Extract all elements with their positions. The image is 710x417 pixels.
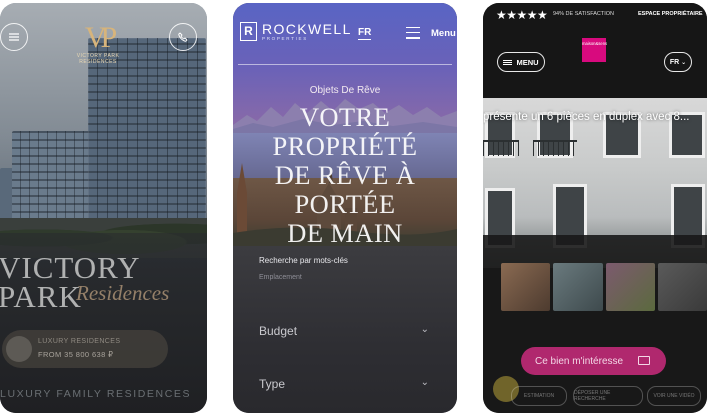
building-image [88, 38, 206, 243]
language-switch[interactable]: FR ⌄ [664, 52, 692, 72]
hamburger-icon [503, 59, 513, 65]
hamburger-icon[interactable] [0, 23, 28, 51]
hero-line-2: DE RÊVE À PORTÉE [274, 160, 416, 219]
phone-icon[interactable] [169, 23, 197, 51]
chevron-down-icon: ⌄ [420, 377, 429, 388]
rating-stars: ★★★★★ [496, 8, 548, 22]
hero-title: VOTRE PROPRIÉTÉ DE RÊVE À PORTÉE DE MAIN [233, 103, 457, 248]
hero-line-3: DE MAIN [287, 218, 403, 248]
satisfaction-text: 94% DE SATISFACTION [553, 11, 615, 17]
language-switch[interactable]: FR [358, 27, 372, 40]
card-title: LUXURY RESIDENCES [38, 338, 121, 345]
owner-space-link[interactable]: ESPACE PROPRIÉTAIRE [638, 11, 703, 17]
vp-monogram: VP [84, 21, 117, 54]
logo-name-line2: RESIDENCES [79, 59, 117, 65]
interest-button[interactable]: Ce bien m'intéresse [521, 347, 666, 375]
victory-park-screen: VP VICTORY PARK RESIDENCES VICTORY PARK … [0, 3, 207, 413]
balcony-image [533, 140, 577, 156]
maison-screen: ★★★★★ 94% DE SATISFACTION ESPACE PROPRIÉ… [483, 3, 707, 413]
tagline: LUXURY FAMILY RESIDENCES [0, 388, 192, 400]
balcony-image [483, 140, 519, 156]
photo-thumbnails [501, 263, 707, 311]
hero-script-title: Residences [76, 281, 170, 305]
maison-logo[interactable]: maison&sens [582, 38, 607, 62]
budget-label: Budget [259, 324, 298, 338]
quick-links: ESTIMATION DÉPOSER UNE RECHERCHE VOIR UN… [483, 386, 707, 406]
chevron-down-icon: ⌄ [681, 59, 687, 66]
header-divider [238, 64, 452, 65]
interest-button-label: Ce bien m'intéresse [535, 355, 624, 367]
estimation-pill[interactable]: ESTIMATION [511, 386, 567, 406]
hero-line-1: VOTRE PROPRIÉTÉ [272, 102, 418, 161]
video-pill[interactable]: VOIR UNE VIDÉO [647, 386, 701, 406]
listing-caption: présente un 6 pièces en duplex avec 8... [483, 111, 690, 123]
thumbnail-image[interactable] [657, 263, 707, 311]
thumbnail-image[interactable] [605, 263, 655, 311]
type-select[interactable]: Type ⌄ [259, 377, 429, 391]
menu-label: MENU [516, 57, 539, 67]
envelope-icon [638, 356, 650, 365]
rockwell-r-icon: R [240, 22, 257, 41]
thumbnail-image[interactable] [553, 263, 603, 311]
menu-button[interactable]: MENU [497, 52, 545, 72]
menu-button[interactable]: Menu [431, 28, 456, 39]
card-thumbnail [6, 336, 32, 362]
hamburger-icon[interactable] [406, 27, 420, 43]
brand-name: ROCKWELL [262, 21, 352, 37]
location-input[interactable]: Emplacement [259, 274, 302, 281]
language-label: FR [669, 58, 680, 66]
chevron-down-icon: ⌄ [420, 324, 429, 335]
rockwell-logo[interactable]: R ROCKWELL PROPERTIES [240, 22, 352, 41]
hero-title-line1: VICTORY [0, 250, 141, 285]
rockwell-screen: R ROCKWELL PROPERTIES FR Menu Objets De … [233, 3, 457, 413]
victory-park-logo[interactable]: VP VICTORY PARK RESIDENCES [73, 21, 123, 66]
hero-eyebrow: Objets De Rêve [309, 85, 381, 96]
thumbnail-image[interactable] [501, 263, 551, 311]
search-pill[interactable]: DÉPOSER UNE RECHERCHE [573, 386, 643, 406]
keyword-search-label: Recherche par mots-clés [259, 256, 348, 265]
type-label: Type [259, 377, 286, 391]
card-price: FROM 35 800 638 ₽ [38, 350, 114, 359]
price-card[interactable]: LUXURY RESIDENCES FROM 35 800 638 ₽ [2, 330, 168, 368]
budget-select[interactable]: Budget ⌄ [259, 324, 429, 338]
